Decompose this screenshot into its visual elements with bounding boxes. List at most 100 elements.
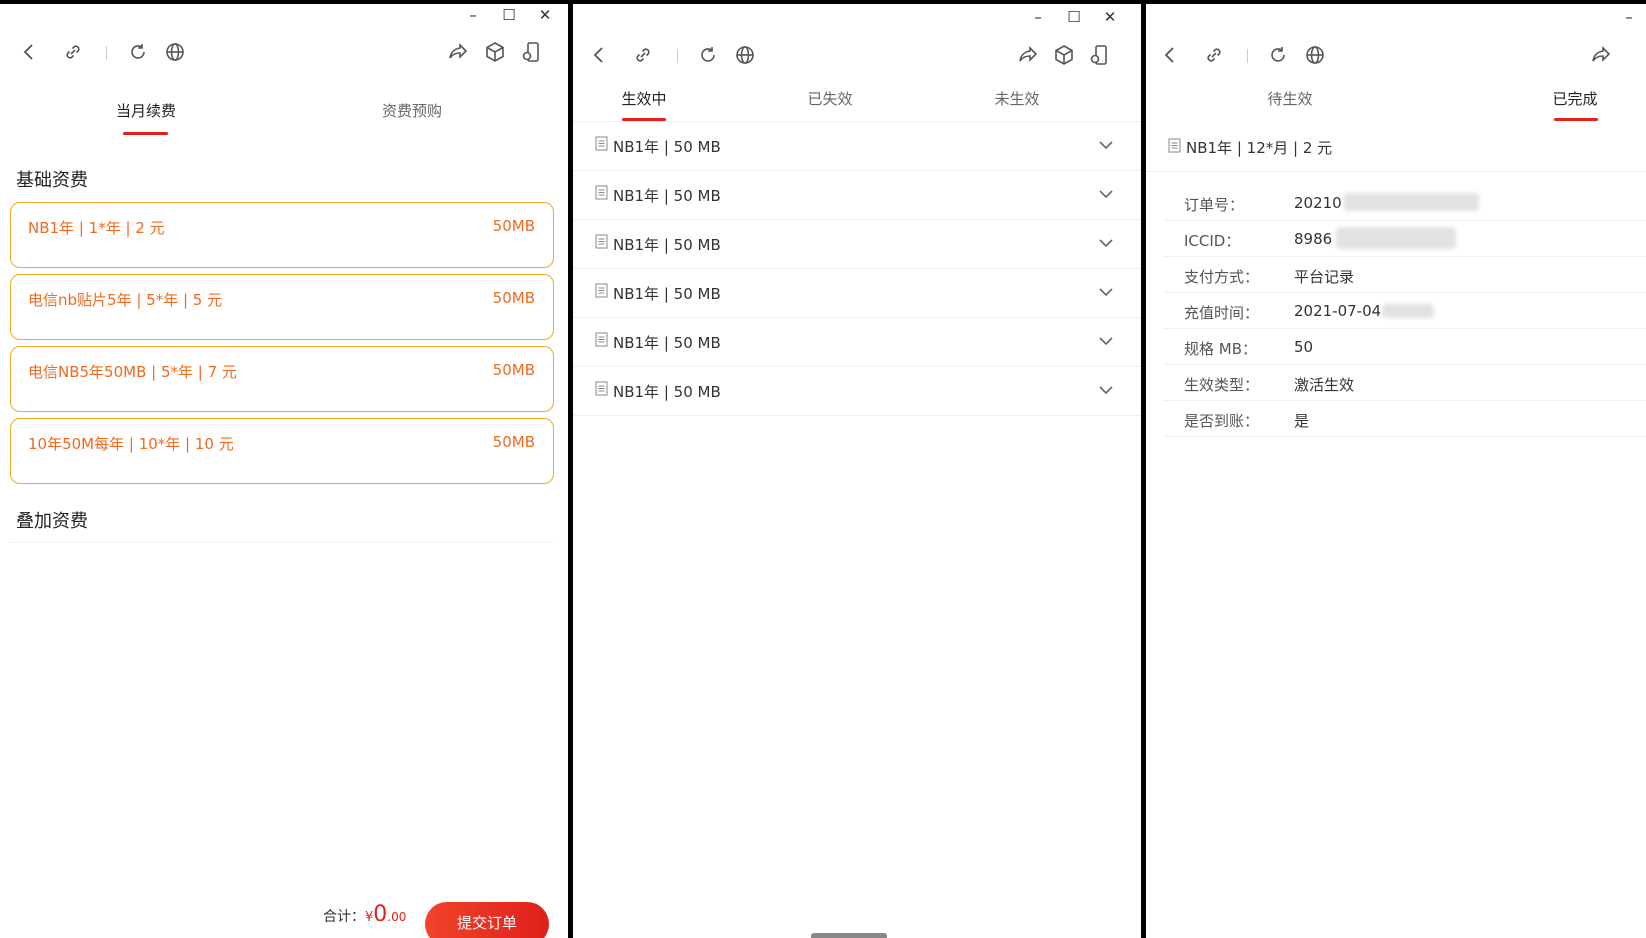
bottom-handle[interactable] xyxy=(811,933,887,938)
share-icon[interactable] xyxy=(446,40,470,64)
link-icon[interactable] xyxy=(61,40,85,64)
plan-card-spec: 50MB xyxy=(492,289,535,307)
plan-card[interactable]: 电信NB5年50MB | 5*年 | 7 元 50MB xyxy=(10,346,554,412)
back-icon[interactable] xyxy=(1158,43,1182,67)
window-controls: – ☐ ✕ xyxy=(462,4,556,26)
section-divider xyxy=(10,542,554,543)
detail-value: 50 xyxy=(1294,338,1314,356)
chevron-down-icon[interactable] xyxy=(1097,381,1115,399)
plan-row[interactable]: NB1年 | 50 MB xyxy=(573,269,1141,318)
chevron-down-icon[interactable] xyxy=(1097,234,1115,252)
minimize-button[interactable]: – xyxy=(462,4,484,26)
credited-row: 是否到账： 是 xyxy=(1164,401,1646,437)
globe-icon[interactable] xyxy=(1303,43,1327,67)
cube-icon[interactable] xyxy=(483,40,507,64)
tab-completed-orders[interactable]: 已完成 xyxy=(1546,88,1604,109)
globe-icon[interactable] xyxy=(733,43,757,67)
plan-row-label: NB1年 | 50 MB xyxy=(613,187,721,205)
document-icon xyxy=(1168,138,1181,153)
detail-key: 是否到账： xyxy=(1184,412,1260,430)
cube-icon[interactable] xyxy=(1052,43,1076,67)
tab-plan-presale[interactable]: 资费预购 xyxy=(376,100,448,121)
renewal-panel: – ☐ ✕ 当月续费 资费预购 基础资费 NB1年 | 1*年 | 2 元 50… xyxy=(0,4,568,938)
chevron-down-icon[interactable] xyxy=(1097,332,1115,350)
screen: – ☐ ✕ 当月续费 资费预购 基础资费 NB1年 | 1*年 | 2 元 50… xyxy=(0,0,1646,938)
plan-card-spec: 50MB xyxy=(492,217,535,235)
detail-value: 平台记录 xyxy=(1294,268,1355,286)
plan-card[interactable]: NB1年 | 1*年 | 2 元 50MB xyxy=(10,202,554,268)
renewal-tabs: 当月续费 资费预购 xyxy=(0,100,568,150)
window-controls: – xyxy=(1618,6,1640,28)
tab-pending-orders[interactable]: 待生效 xyxy=(1261,88,1319,109)
plan-row[interactable]: NB1年 | 50 MB xyxy=(573,318,1141,367)
globe-icon[interactable] xyxy=(163,40,187,64)
detail-key: 支付方式： xyxy=(1184,268,1260,286)
toolbar-separator xyxy=(1247,49,1248,63)
refresh-icon[interactable] xyxy=(696,43,720,67)
maximize-button[interactable]: ☐ xyxy=(498,4,520,26)
back-icon[interactable] xyxy=(17,40,41,64)
minimize-button[interactable]: – xyxy=(1618,6,1640,28)
close-button[interactable]: ✕ xyxy=(1099,6,1121,28)
tab-pending-plans[interactable]: 未生效 xyxy=(988,88,1046,109)
chevron-down-icon[interactable] xyxy=(1097,136,1115,154)
document-icon xyxy=(595,185,608,200)
phone-settings-icon[interactable] xyxy=(1087,43,1111,67)
plan-card-name: 电信NB5年50MB | 5*年 | 7 元 xyxy=(28,363,237,381)
active-tab-underline xyxy=(1554,118,1598,121)
recharge-time-row: 充值时间： 2021-07-04 xyxy=(1164,293,1646,329)
tab-active-plans[interactable]: 生效中 xyxy=(615,88,673,109)
tab-current-month-renewal[interactable]: 当月续费 xyxy=(110,100,182,121)
chevron-down-icon[interactable] xyxy=(1097,185,1115,203)
document-icon xyxy=(595,283,608,298)
browser-toolbar xyxy=(1146,37,1646,73)
redaction-blur xyxy=(1382,304,1434,318)
order-detail-panel: – 待生效 已完成 NB1年 | 12*月 | 2 元 订单号： 20210 I… xyxy=(1146,4,1646,938)
order-number-row: 订单号： 20210 xyxy=(1164,185,1646,221)
plan-row[interactable]: NB1年 | 50 MB xyxy=(573,367,1141,416)
phone-settings-icon[interactable] xyxy=(519,40,543,64)
detail-value: 是 xyxy=(1294,412,1310,430)
iccid-row: ICCID： 8986 xyxy=(1164,221,1646,257)
redaction-blur xyxy=(1336,227,1456,249)
minimize-button[interactable]: – xyxy=(1027,6,1049,28)
tab-expired-plans[interactable]: 已失效 xyxy=(801,88,859,109)
order-total: 合计：¥0.00 xyxy=(323,902,406,927)
plan-row-label: NB1年 | 50 MB xyxy=(613,138,721,156)
link-icon[interactable] xyxy=(631,43,655,67)
refresh-icon[interactable] xyxy=(1266,43,1290,67)
active-tab-underline xyxy=(123,132,168,135)
plan-card-name: 10年50M每年 | 10*年 | 10 元 xyxy=(28,435,234,453)
detail-value: 20210 xyxy=(1294,194,1342,212)
plan-row-label: NB1年 | 50 MB xyxy=(613,285,721,303)
plan-card[interactable]: 10年50M每年 | 10*年 | 10 元 50MB xyxy=(10,418,554,484)
document-icon xyxy=(595,136,608,151)
detail-key: 订单号： xyxy=(1184,196,1245,214)
plan-card[interactable]: 电信nb贴片5年 | 5*年 | 5 元 50MB xyxy=(10,274,554,340)
share-icon[interactable] xyxy=(1589,43,1613,67)
submit-order-button[interactable]: 提交订单 xyxy=(425,902,549,938)
order-header-label: NB1年 | 12*月 | 2 元 xyxy=(1186,139,1333,157)
plan-card-spec: 50MB xyxy=(492,361,535,379)
chevron-down-icon[interactable] xyxy=(1097,283,1115,301)
document-icon xyxy=(595,381,608,396)
detail-value: 2021-07-04 xyxy=(1294,302,1382,320)
total-decimals: .00 xyxy=(387,910,407,924)
plan-row[interactable]: NB1年 | 50 MB xyxy=(573,220,1141,269)
plan-row-label: NB1年 | 50 MB xyxy=(613,236,721,254)
close-button[interactable]: ✕ xyxy=(534,4,556,26)
plan-row[interactable]: NB1年 | 50 MB xyxy=(573,171,1141,220)
link-icon[interactable] xyxy=(1202,43,1226,67)
plan-card-spec: 50MB xyxy=(492,433,535,451)
maximize-button[interactable]: ☐ xyxy=(1063,6,1085,28)
toolbar-separator xyxy=(106,46,107,60)
share-icon[interactable] xyxy=(1016,43,1040,67)
plan-row[interactable]: NB1年 | 50 MB xyxy=(573,122,1141,171)
back-icon[interactable] xyxy=(587,43,611,67)
plan-row-label: NB1年 | 50 MB xyxy=(613,383,721,401)
refresh-icon[interactable] xyxy=(126,40,150,64)
browser-toolbar xyxy=(573,37,1141,73)
browser-toolbar xyxy=(0,34,568,70)
window-controls: – ☐ ✕ xyxy=(1027,6,1121,28)
order-header[interactable]: NB1年 | 12*月 | 2 元 xyxy=(1146,128,1646,172)
